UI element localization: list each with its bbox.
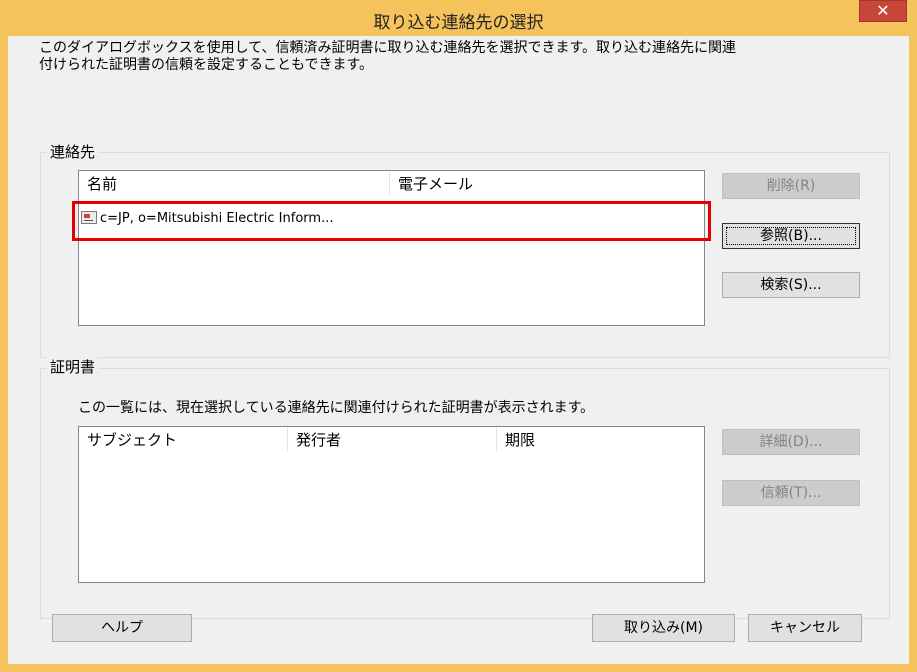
column-header-name[interactable]: 名前: [79, 171, 390, 195]
dialog-client-area: このダイアログボックスを使用して、信頼済み証明書に取り込む連絡先を選択できます。…: [8, 36, 909, 664]
certificates-description: この一覧には、現在選択している連絡先に関連付けられた証明書が表示されます。: [78, 400, 595, 416]
dialog-title: 取り込む連絡先の選択: [373, 13, 544, 33]
title-bar[interactable]: 取り込む連絡先の選択 ✕: [0, 0, 917, 36]
search-button[interactable]: 検索(S)...: [722, 272, 860, 298]
close-button[interactable]: ✕: [859, 0, 907, 22]
certificates-group-label: 証明書: [47, 356, 99, 377]
contacts-list[interactable]: 名前 電子メール c=JP, o=Mitsubishi Electric Inf…: [78, 170, 705, 326]
browse-button[interactable]: 参照(B)...: [722, 223, 860, 249]
selection-highlight: [72, 201, 711, 241]
delete-button[interactable]: 削除(R): [722, 173, 860, 199]
trust-button[interactable]: 信頼(T)...: [722, 480, 860, 506]
dialog-description: このダイアログボックスを使用して、信頼済み証明書に取り込む連絡先を選択できます。…: [39, 40, 879, 74]
cancel-button[interactable]: キャンセル: [748, 614, 862, 642]
help-button[interactable]: ヘルプ: [52, 614, 192, 642]
dialog-window: 取り込む連絡先の選択 ✕ このダイアログボックスを使用して、信頼済み証明書に取り…: [0, 0, 917, 672]
column-header-issuer[interactable]: 発行者: [288, 427, 497, 451]
close-icon: ✕: [876, 1, 890, 20]
description-line-2: 付けられた証明書の信頼を設定することもできます。: [39, 57, 374, 73]
column-header-subject[interactable]: サブジェクト: [79, 427, 288, 451]
details-button[interactable]: 詳細(D)...: [722, 429, 860, 455]
column-header-expiration[interactable]: 期限: [497, 427, 704, 451]
contacts-group-label: 連絡先: [47, 141, 99, 162]
import-button[interactable]: 取り込み(M): [592, 614, 735, 642]
description-line-1: このダイアログボックスを使用して、信頼済み証明書に取り込む連絡先を選択できます。…: [39, 40, 737, 56]
column-header-email[interactable]: 電子メール: [390, 171, 704, 195]
certificates-list[interactable]: サブジェクト 発行者 期限: [78, 426, 705, 583]
